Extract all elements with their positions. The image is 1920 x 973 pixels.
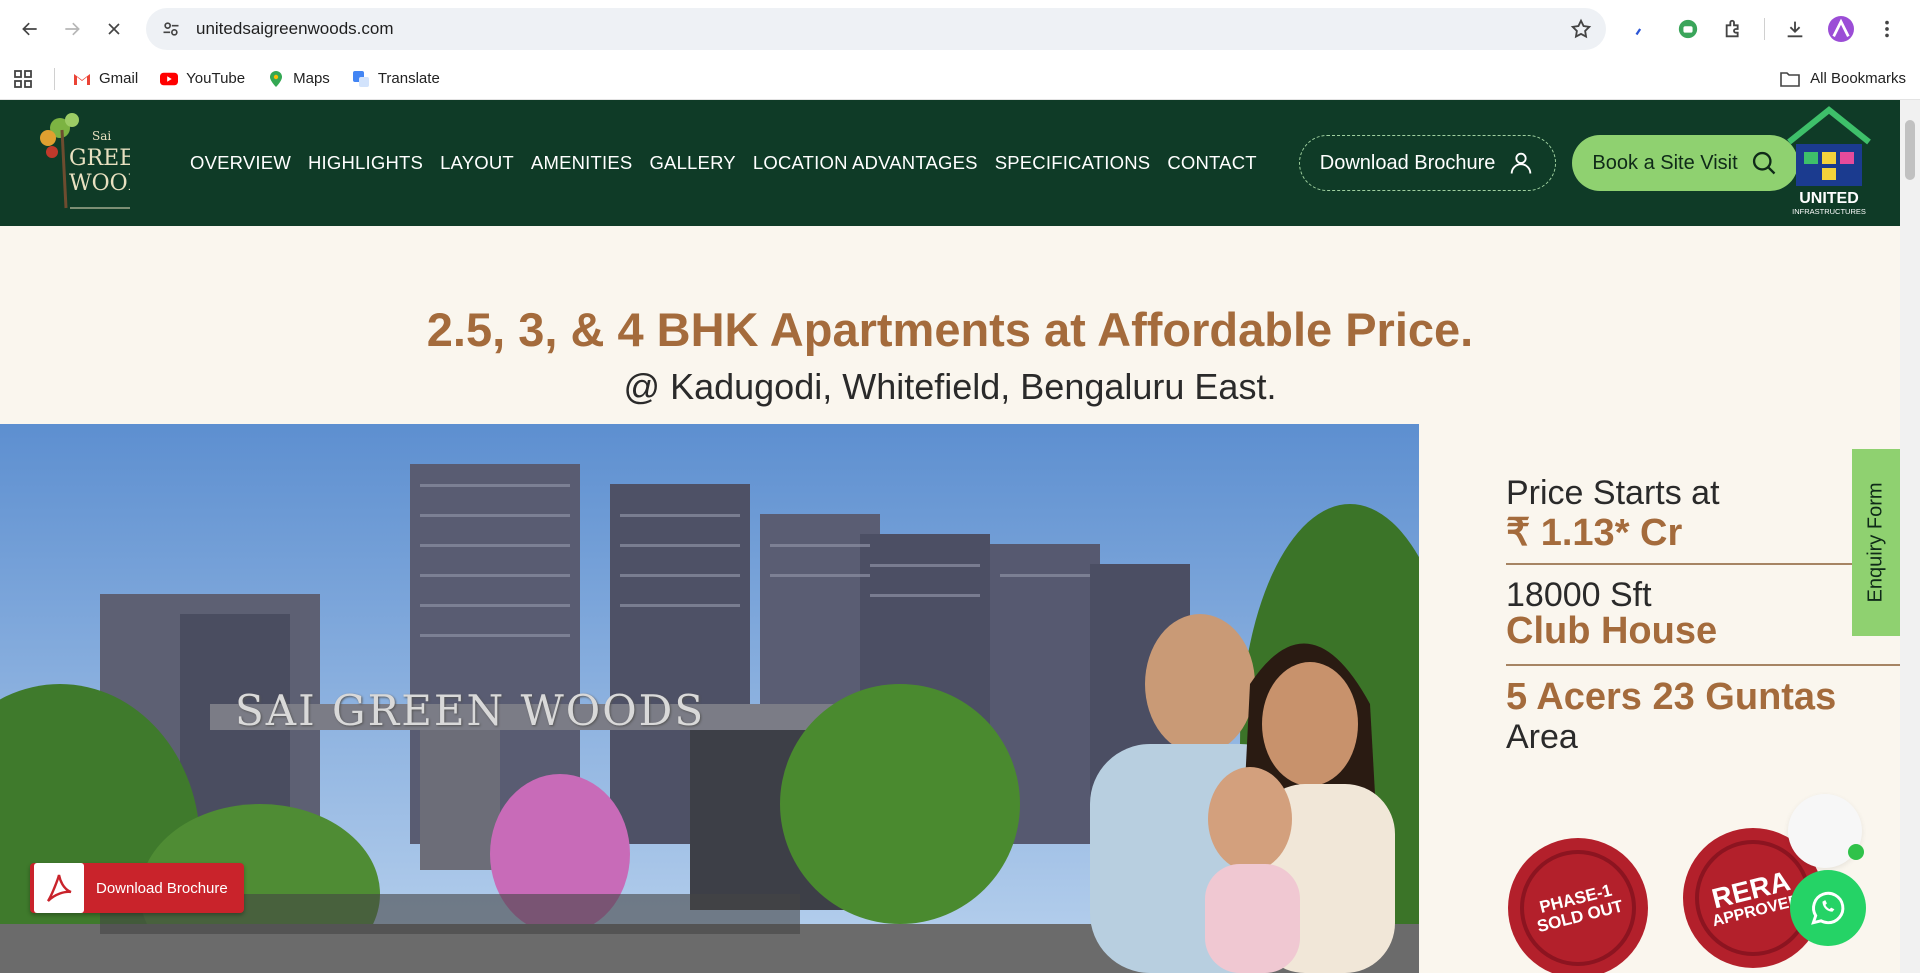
- whatsapp-button[interactable]: [1790, 870, 1866, 946]
- user-icon: [1511, 152, 1532, 174]
- price-label: Price Starts at: [1506, 474, 1720, 512]
- page-scrollbar[interactable]: [1900, 100, 1920, 973]
- logo-sai-text: Sai: [92, 129, 111, 143]
- nav-specifications[interactable]: SPECIFICATIONS: [995, 152, 1151, 174]
- area-label: Area: [1506, 718, 1578, 756]
- bookmark-label: YouTube: [186, 70, 246, 87]
- book-site-visit-label: Book a Site Visit: [1592, 151, 1738, 174]
- maps-icon: [267, 70, 285, 88]
- clubhouse-label: Club House: [1506, 610, 1718, 652]
- scrollbar-thumb[interactable]: [1905, 120, 1915, 180]
- gmail-icon: [73, 70, 91, 88]
- youtube-icon: [160, 70, 179, 88]
- price-value: ₹ 1.13* Cr: [1506, 512, 1683, 554]
- divider: [1506, 664, 1900, 666]
- stop-loading-button[interactable]: [96, 11, 132, 47]
- nav-layout[interactable]: LAYOUT: [440, 152, 514, 174]
- online-status-dot: [1848, 844, 1864, 860]
- bookmark-label: Gmail: [99, 70, 139, 87]
- floating-download-brochure-button[interactable]: Download Brochure: [30, 863, 244, 913]
- nav-overview[interactable]: OVERVIEW: [190, 152, 291, 174]
- forward-button[interactable]: [54, 11, 90, 47]
- apps-grid-icon: [14, 69, 32, 88]
- translate-icon: [352, 70, 370, 88]
- profile-avatar[interactable]: [1825, 13, 1857, 45]
- enquiry-form-label: Enquiry Form: [1864, 482, 1887, 603]
- back-button[interactable]: [12, 11, 48, 47]
- nav-location-advantages[interactable]: LOCATION ADVANTAGES: [753, 152, 978, 174]
- united-text: UNITED: [1799, 190, 1859, 207]
- download-brochure-button[interactable]: Download Brochure: [1298, 135, 1557, 191]
- floating-download-brochure-label: Download Brochure: [96, 879, 228, 897]
- main-navigation: OVERVIEW HIGHLIGHTS LAYOUT AMENITIES GAL…: [190, 152, 1257, 174]
- entrance-sign-text: SAI GREEN WOODS: [235, 686, 706, 735]
- nav-contact[interactable]: CONTACT: [1167, 152, 1256, 174]
- hero-headline: 2.5, 3, & 4 BHK Apartments at Affordable…: [426, 303, 1474, 356]
- area-value: 5 Acers 23 Guntas: [1506, 676, 1837, 718]
- bookmark-star-icon[interactable]: [1570, 18, 1592, 40]
- book-site-visit-button[interactable]: Book a Site Visit: [1572, 135, 1798, 191]
- all-bookmarks-button[interactable]: All Bookmarks: [1780, 70, 1906, 87]
- enquiry-form-tab[interactable]: Enquiry Form: [1852, 449, 1900, 636]
- phase1-sold-out-seal: PHASE-1 SOLD OUT: [1504, 834, 1652, 973]
- bookmark-maps[interactable]: Maps: [267, 70, 330, 88]
- browser-toolbar: unitedsaigreenwoods.com: [0, 0, 1920, 58]
- menu-kebab-icon[interactable]: [1871, 13, 1903, 45]
- nav-highlights[interactable]: HIGHLIGHTS: [308, 152, 423, 174]
- bookmark-gmail[interactable]: Gmail: [73, 70, 138, 88]
- nav-amenities[interactable]: AMENITIES: [531, 152, 633, 174]
- close-icon: [108, 23, 120, 35]
- hero-section: 2.5, 3, & 4 BHK Apartments at Affordable…: [0, 226, 1900, 973]
- apps-grid-button[interactable]: [14, 69, 32, 88]
- bookmarks-divider: [54, 67, 55, 90]
- extension-robot-icon[interactable]: [1672, 13, 1704, 45]
- infrastructures-text: INFRASTRUCTURES: [1792, 207, 1866, 216]
- arrow-left-icon: [22, 22, 37, 36]
- download-brochure-label: Download Brochure: [1319, 151, 1496, 174]
- hero-location: @ Kadugodi, Whitefield, Bengaluru East.: [623, 366, 1277, 407]
- site-header: Sai GREEN WOODS OVERVIEW HIGHLIGHTS LAYO…: [0, 100, 1900, 226]
- logo-woods-text: WOODS: [69, 171, 130, 196]
- folder-icon: [1780, 71, 1800, 87]
- united-infrastructures-logo[interactable]: UNITED INFRASTRUCTURES: [1784, 106, 1874, 218]
- toolbar-divider: [1764, 18, 1765, 40]
- edit-pen-icon[interactable]: [1626, 13, 1658, 45]
- arrow-right-icon: [65, 22, 80, 36]
- logo-green-text: GREEN: [69, 146, 130, 171]
- website-viewport: Sai GREEN WOODS OVERVIEW HIGHLIGHTS LAYO…: [0, 100, 1900, 973]
- all-bookmarks-label: All Bookmarks: [1810, 70, 1906, 87]
- sai-green-woods-logo[interactable]: Sai GREEN WOODS: [30, 110, 160, 216]
- nav-gallery[interactable]: GALLERY: [649, 152, 735, 174]
- site-settings-icon[interactable]: [160, 18, 182, 40]
- bookmark-youtube[interactable]: YouTube: [160, 70, 245, 88]
- divider: [1506, 563, 1900, 565]
- bookmarks-bar: Gmail YouTube Maps Translate All Bookmar…: [0, 58, 1920, 100]
- whatsapp-icon: [1811, 891, 1845, 925]
- bookmark-label: Translate: [377, 70, 440, 87]
- search-icon: [1752, 151, 1776, 175]
- address-bar[interactable]: unitedsaigreenwoods.com: [146, 8, 1606, 50]
- pdf-icon: [34, 863, 84, 913]
- url-text[interactable]: unitedsaigreenwoods.com: [196, 19, 1570, 39]
- bookmark-translate[interactable]: Translate: [352, 70, 440, 88]
- download-icon[interactable]: [1779, 13, 1811, 45]
- bookmark-label: Maps: [293, 70, 330, 87]
- extensions-puzzle-icon[interactable]: [1718, 13, 1750, 45]
